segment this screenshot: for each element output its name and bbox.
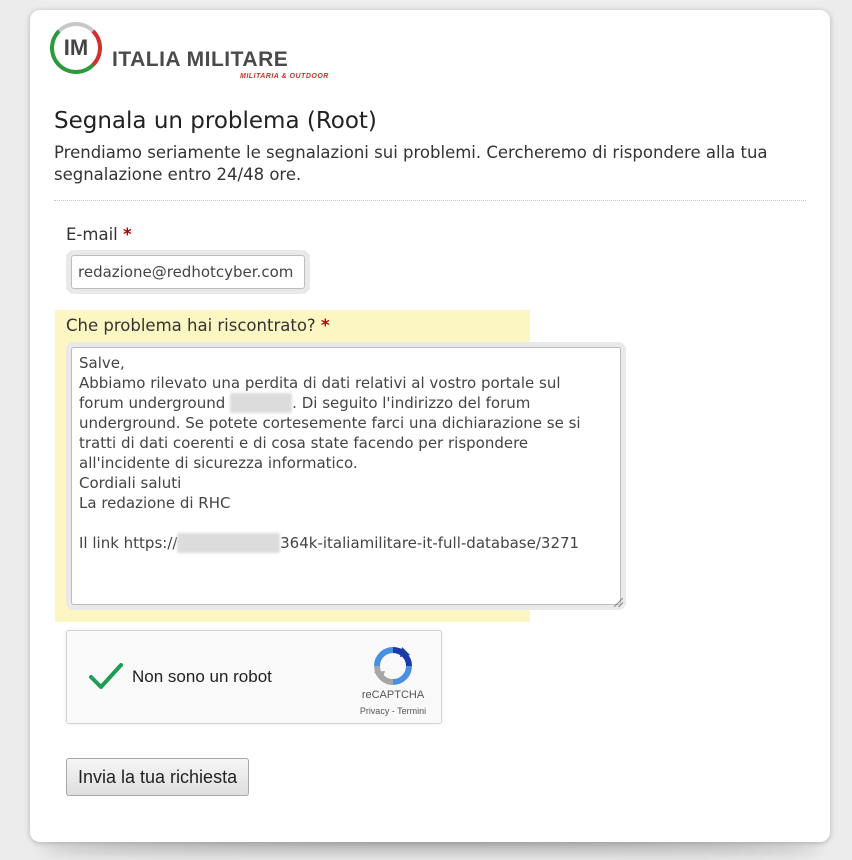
recaptcha-label: Non sono un robot	[132, 667, 272, 686]
recaptcha-logo-icon	[374, 647, 412, 685]
problem-label-text: Che problema hai riscontrato?	[66, 316, 316, 335]
terms-link[interactable]: Termini	[397, 706, 426, 716]
email-label: E-mail *	[66, 225, 132, 244]
logo-mark: IM	[63, 35, 89, 60]
redacted-url: xxxxxxxxxxx/	[177, 533, 281, 553]
textarea-line: Abbiamo rilevato una perdita di dati rel…	[79, 374, 561, 392]
privacy-link[interactable]: Privacy	[360, 706, 390, 716]
textarea-line: Cordiali saluti	[79, 474, 182, 492]
textarea-line: Salve,	[79, 354, 125, 372]
required-marker: *	[122, 225, 132, 244]
textarea-line: underground. Se potete cortesemente farc…	[79, 414, 581, 432]
textarea-line: . Di seguito l'indirizzo del forum	[292, 394, 531, 412]
textarea-line: tratti di dati coerenti e di cosa state …	[79, 434, 529, 452]
email-field-wrapper	[66, 250, 310, 294]
divider	[54, 200, 806, 201]
page-subtitle: Prendiamo seriamente le segnalazioni sui…	[54, 143, 768, 184]
email-label-text: E-mail	[66, 225, 118, 244]
textarea-line: La redazione di RHC	[79, 494, 231, 512]
textarea-line: Il link https://	[79, 534, 178, 552]
recaptcha-links: Privacy - Termini	[347, 706, 439, 716]
resize-handle-icon[interactable]	[614, 598, 623, 607]
email-field[interactable]	[71, 255, 305, 289]
recaptcha-widget: Non sono un robot reCAPTCHA Privacy - Te…	[66, 630, 442, 724]
checkmark-icon[interactable]	[87, 657, 125, 695]
problem-textarea-wrapper: Salve, Abbiamo rilevato una perdita di d…	[66, 342, 626, 610]
logo-name: ITALIA MILITARE	[112, 48, 289, 71]
textarea-line: all'incidente di sicurezza informatico.	[79, 454, 358, 472]
page-title: Segnala un problema (Root)	[54, 108, 377, 134]
logo-tagline: MILITARIA & OUTDOOR	[240, 73, 329, 80]
redacted-text: xxxxxxx	[230, 393, 293, 413]
textarea-line: 364k-italiamilitare-it-full-database/327…	[280, 534, 580, 552]
submit-button[interactable]: Invia la tua richiesta	[66, 758, 250, 796]
link-separator: -	[389, 706, 398, 716]
recaptcha-brand: reCAPTCHA	[361, 689, 425, 701]
problem-label: Che problema hai riscontrato? *	[66, 316, 330, 335]
problem-textarea[interactable]: Salve, Abbiamo rilevato una perdita di d…	[71, 347, 621, 605]
site-logo[interactable]: IM ITALIA MILITARE MILITARIA & OUTDOOR	[50, 22, 350, 82]
textarea-line: forum underground	[79, 394, 231, 412]
required-marker: *	[320, 316, 330, 335]
report-form-card: IM ITALIA MILITARE MILITARIA & OUTDOOR S…	[30, 10, 830, 842]
